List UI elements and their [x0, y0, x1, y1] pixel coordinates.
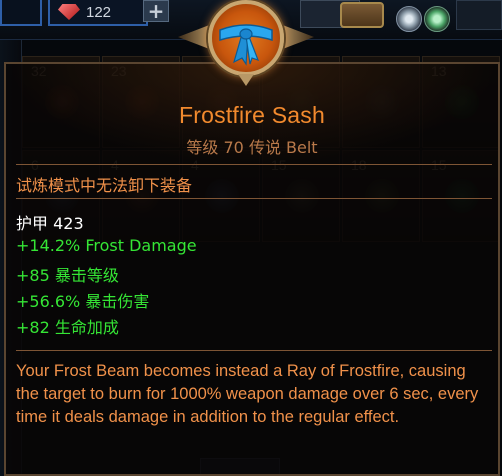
gem-currency: 122: [48, 0, 148, 26]
item-subtitle: 等级 70 传说 Belt: [186, 138, 318, 157]
legendary-effect: Your Frost Beam becomes instead a Ray of…: [16, 362, 479, 426]
divider: [16, 164, 492, 165]
badge-ring: [208, 0, 284, 76]
add-gems-button[interactable]: +: [143, 0, 169, 23]
divider: [16, 198, 492, 199]
badge-point: [238, 74, 254, 86]
armor-stat: 护甲 423: [16, 214, 84, 233]
red-gem-icon: [58, 4, 80, 20]
bonus-stat: +56.6% 暴击伤害: [16, 292, 150, 311]
item-badge: [176, 0, 316, 96]
gem-count: 122: [86, 3, 112, 21]
bonus-stat: +14.2% Frost Damage: [16, 236, 197, 255]
bonus-stat: +82 生命加成: [16, 318, 119, 337]
badge-wing-left: [178, 24, 212, 50]
silver-gear-icon[interactable]: [396, 6, 422, 32]
green-gear-icon[interactable]: [424, 6, 450, 32]
item-tooltip: Frostfire Sash 等级 70 传说 Belt 试炼模式中无法卸下装备…: [4, 62, 500, 476]
item-name: Frostfire Sash: [179, 102, 325, 128]
currency-slot: [0, 0, 42, 26]
bonus-stat: +85 暴击等级: [16, 266, 119, 285]
side-tab[interactable]: [456, 0, 502, 30]
chest-icon[interactable]: [340, 2, 384, 28]
blue-sash-icon: [219, 24, 273, 66]
trial-mode-warning: 试炼模式中无法卸下装备: [16, 176, 193, 195]
divider: [16, 350, 492, 351]
badge-wing-right: [280, 24, 314, 50]
